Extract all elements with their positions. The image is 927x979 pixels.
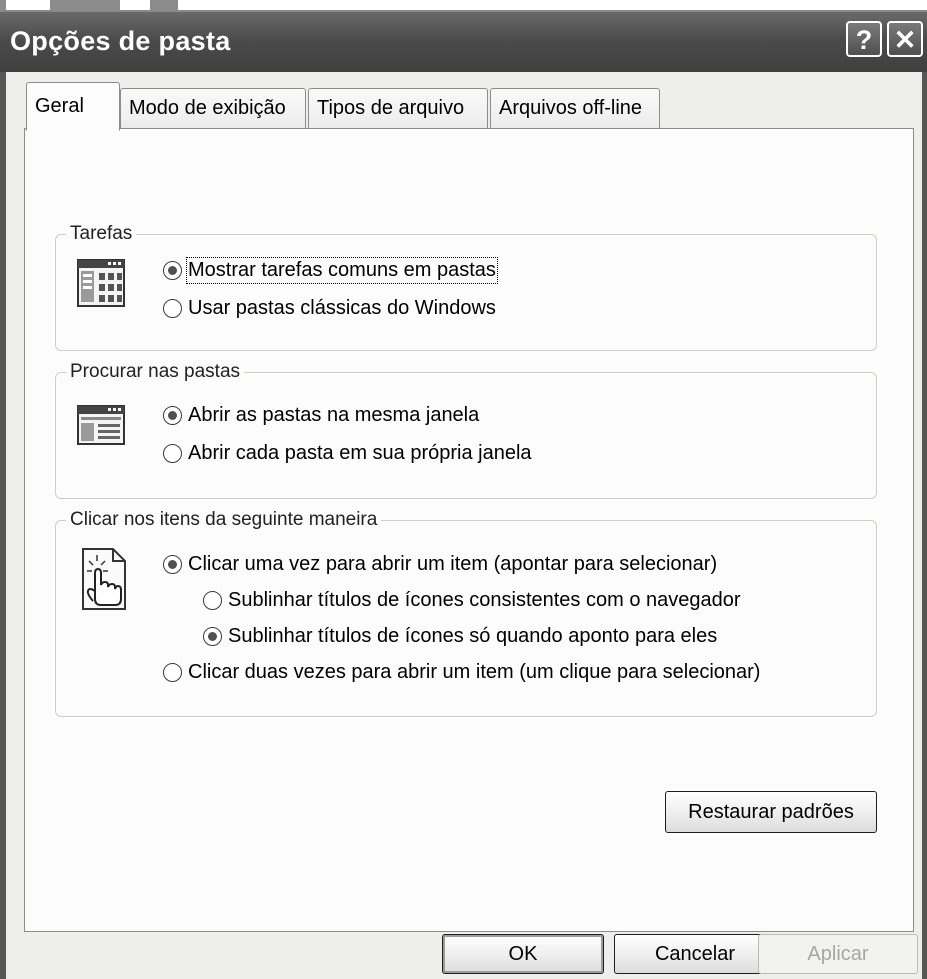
radio-indicator	[163, 555, 182, 574]
radio-label: Clicar uma vez para abrir um item (apont…	[188, 553, 718, 575]
radio-underline-hover[interactable]: Sublinhar títulos de ícones só quando ap…	[203, 625, 717, 648]
radio-indicator	[163, 299, 182, 318]
window-icon	[77, 405, 125, 445]
radio-indicator	[203, 627, 222, 646]
group-title: Tarefas	[70, 223, 133, 244]
apply-button: Aplicar	[758, 934, 918, 974]
radio-label: Mostrar tarefas comuns em pastas	[186, 257, 498, 284]
tab-label: Tipos de arquivo	[317, 97, 465, 119]
radio-open-own-window[interactable]: Abrir cada pasta em sua própria janela	[163, 442, 532, 465]
restore-defaults-button[interactable]: Restaurar padrões	[665, 791, 877, 833]
help-button[interactable]: ?	[846, 21, 882, 57]
hand-pointer-icon	[82, 548, 126, 610]
radio-classic-folders[interactable]: Usar pastas clássicas do Windows	[163, 297, 496, 320]
ok-button[interactable]: OK	[442, 934, 604, 974]
group-clicar-nos-itens: Clicar nos itens da seguinte maneira	[55, 509, 877, 717]
cancel-button[interactable]: Cancelar	[614, 934, 776, 974]
group-title: Procurar nas pastas	[70, 361, 241, 382]
radio-open-same-window[interactable]: Abrir as pastas na mesma janela	[163, 404, 479, 427]
radio-underline-browser[interactable]: Sublinhar títulos de ícones consistentes…	[203, 589, 741, 612]
radio-label: Sublinhar títulos de ícones só quando ap…	[228, 625, 718, 647]
task-pane-folder-icon	[77, 259, 125, 307]
group-tarefas: Tarefas	[55, 223, 877, 351]
radio-indicator	[163, 261, 182, 280]
help-icon: ?	[855, 25, 873, 55]
dialog-client-area: Geral Modo de exibição Tipos de arquivo …	[6, 72, 922, 979]
window-title: Opções de pasta	[10, 26, 231, 56]
radio-label: Abrir cada pasta em sua própria janela	[188, 442, 532, 464]
radio-double-click[interactable]: Clicar duas vezes para abrir um item (um…	[163, 661, 760, 684]
tab-label: Geral	[35, 95, 84, 117]
radio-indicator	[163, 406, 182, 425]
group-title: Clicar nos itens da seguinte maneira	[70, 509, 378, 530]
radio-indicator	[203, 591, 222, 610]
title-bar[interactable]: Opções de pasta ? ✕	[0, 10, 927, 74]
tab-tipos-de-arquivo[interactable]: Tipos de arquivo	[308, 88, 488, 128]
folder-options-window: Opções de pasta ? ✕ Geral Modo de exibiç…	[0, 0, 927, 979]
tab-label: Modo de exibição	[129, 97, 286, 119]
radio-label: Abrir as pastas na mesma janela	[188, 404, 480, 426]
radio-label: Clicar duas vezes para abrir um item (um…	[188, 661, 761, 683]
tab-modo-de-exibicao[interactable]: Modo de exibição	[120, 88, 306, 128]
radio-show-common-tasks[interactable]: Mostrar tarefas comuns em pastas	[163, 257, 498, 284]
close-button[interactable]: ✕	[887, 21, 923, 57]
tab-arquivos-off-line[interactable]: Arquivos off-line	[490, 88, 660, 128]
close-icon: ✕	[893, 25, 917, 55]
radio-label: Sublinhar títulos de ícones consistentes…	[228, 589, 741, 611]
radio-single-click[interactable]: Clicar uma vez para abrir um item (apont…	[163, 553, 717, 576]
tab-page-geral: Tarefas Mostrar tarefas comuns em pastas…	[24, 128, 914, 932]
radio-indicator	[163, 444, 182, 463]
background-strip	[0, 0, 927, 10]
tab-geral[interactable]: Geral	[26, 82, 120, 131]
group-procurar-nas-pastas: Procurar nas pastas	[55, 361, 877, 499]
tab-label: Arquivos off-line	[499, 97, 643, 119]
radio-label: Usar pastas clássicas do Windows	[188, 297, 496, 319]
radio-indicator	[163, 663, 182, 682]
window-border-right	[922, 72, 927, 979]
